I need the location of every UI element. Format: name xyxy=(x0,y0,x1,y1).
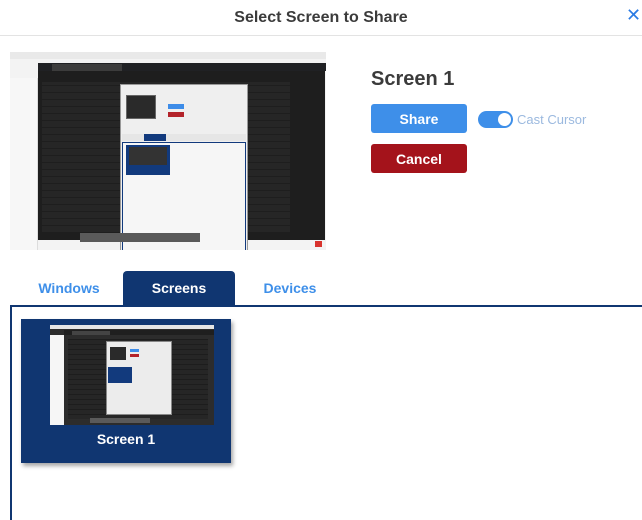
preview-dialog-card-image xyxy=(129,147,167,165)
thumb-dialog-image xyxy=(110,347,126,360)
preview-dialog-tab-selected xyxy=(144,134,166,141)
preview-left-pane xyxy=(10,78,38,250)
preview-dialog-thumb xyxy=(126,95,156,119)
tab-screens[interactable]: Screens xyxy=(123,271,235,305)
cast-cursor-toggle[interactable] xyxy=(478,111,513,128)
preview-menubar xyxy=(10,52,326,59)
screen-thumbnail xyxy=(50,325,214,425)
cancel-button[interactable]: Cancel xyxy=(371,144,467,173)
tab-windows[interactable]: Windows xyxy=(24,271,114,305)
thumb-dialog-cancel xyxy=(130,354,139,357)
screen-preview xyxy=(10,52,326,250)
dialog-header: Select Screen to Share ✕ xyxy=(0,0,642,36)
thumb-dialog-share xyxy=(130,349,139,352)
screen-card[interactable]: Screen 1 xyxy=(21,319,231,463)
preview-dock xyxy=(80,233,200,242)
thumb-dialog-card xyxy=(108,367,132,383)
toggle-knob xyxy=(498,113,511,126)
share-button[interactable]: Share xyxy=(371,104,467,133)
preview-dialog-share xyxy=(168,104,184,109)
cast-cursor-label: Cast Cursor xyxy=(517,112,587,127)
thumb-dock xyxy=(90,418,150,423)
preview-dialog-cancel xyxy=(168,112,184,117)
preview-dialog-tabs xyxy=(122,134,246,141)
thumb-menubar xyxy=(50,325,214,329)
close-icon[interactable]: ✕ xyxy=(626,5,642,25)
preview-record-indicator xyxy=(315,241,322,247)
thumb-tab xyxy=(72,331,110,335)
tab-devices[interactable]: Devices xyxy=(245,271,335,305)
selected-screen-name: Screen 1 xyxy=(371,68,455,90)
thumb-left-pane xyxy=(50,335,64,425)
dialog-title: Select Screen to Share xyxy=(234,9,408,26)
preview-tab xyxy=(52,64,122,71)
screen-card-label: Screen 1 xyxy=(96,431,156,447)
